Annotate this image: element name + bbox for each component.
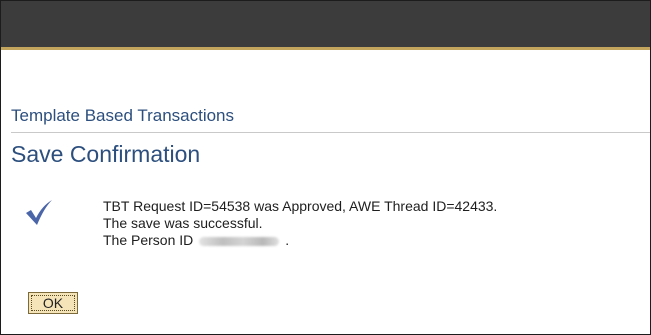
approval-message: TBT Request ID=54538 was Approved, AWE T… <box>103 198 498 214</box>
redacted-person-id <box>199 236 280 246</box>
header-accent-line <box>1 47 650 50</box>
person-id-suffix: . <box>285 232 290 248</box>
page-title: Save Confirmation <box>11 141 201 167</box>
confirmation-messages: TBT Request ID=54538 was Approved, AWE T… <box>103 198 497 249</box>
app-window: Template Based Transactions Save Confirm… <box>0 0 651 335</box>
ok-button[interactable]: OK <box>28 292 78 314</box>
header-bar <box>1 1 650 47</box>
person-id-message: The Person ID. <box>103 232 497 249</box>
title-divider <box>11 132 650 133</box>
save-success-message: The save was successful. <box>103 215 263 231</box>
person-id-label: The Person ID <box>103 232 194 248</box>
checkmark-icon-shape <box>26 200 52 225</box>
component-title: Template Based Transactions <box>11 106 235 125</box>
checkmark-icon <box>26 200 52 225</box>
